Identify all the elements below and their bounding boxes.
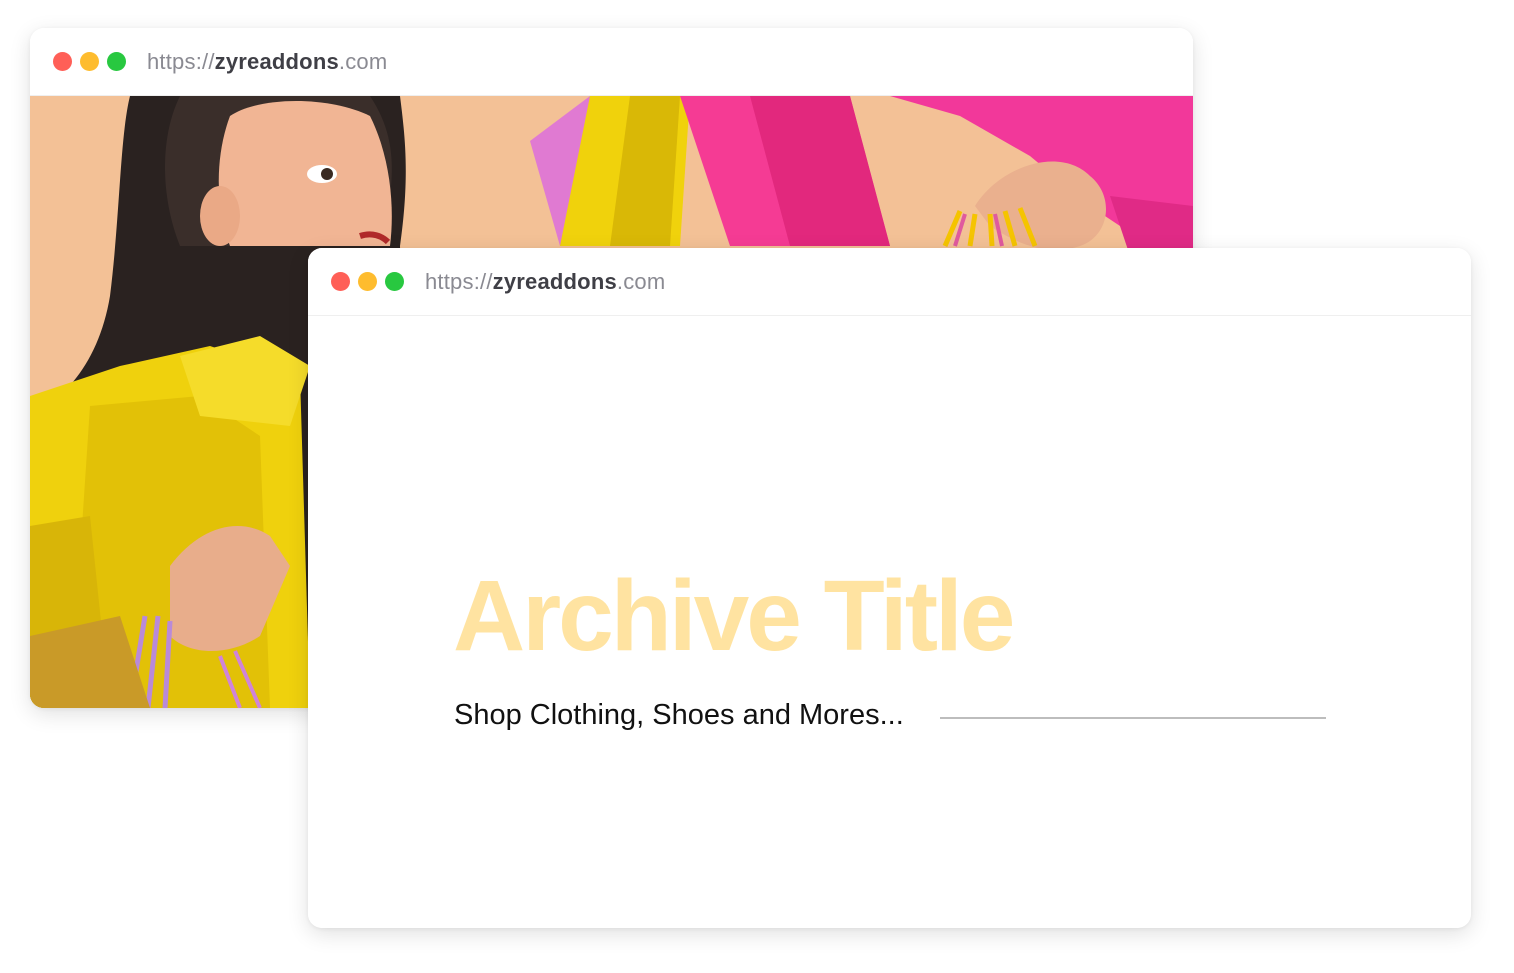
- minimize-dot-icon[interactable]: [358, 272, 377, 291]
- archive-title: Archive Title: [453, 560, 1015, 672]
- divider-line: [939, 716, 1326, 719]
- close-dot-icon[interactable]: [53, 52, 72, 71]
- url-domain: zyreaddons: [214, 48, 339, 74]
- address-bar[interactable]: https://zyreaddons.com: [425, 269, 665, 295]
- url-scheme: https://: [425, 268, 493, 294]
- url-domain: zyreaddons: [492, 268, 617, 294]
- window-controls: [53, 52, 126, 71]
- url-tld: .com: [616, 268, 666, 294]
- maximize-dot-icon[interactable]: [107, 52, 126, 71]
- window-controls: [331, 272, 404, 291]
- url-scheme: https://: [147, 48, 215, 74]
- page-content: Archive Title Shop Clothing, Shoes and M…: [308, 316, 1471, 928]
- url-tld: .com: [338, 48, 388, 74]
- archive-subtitle: Shop Clothing, Shoes and Mores...: [454, 699, 904, 731]
- address-bar[interactable]: https://zyreaddons.com: [147, 49, 387, 75]
- maximize-dot-icon[interactable]: [385, 272, 404, 291]
- stage: https://zyreaddons.com https://zyreaddon…: [0, 0, 1514, 973]
- minimize-dot-icon[interactable]: [80, 52, 99, 71]
- browser-window-front: https://zyreaddons.com Archive Title Sho…: [308, 248, 1471, 928]
- close-dot-icon[interactable]: [331, 272, 350, 291]
- browser-titlebar: https://zyreaddons.com: [308, 248, 1471, 316]
- subtitle-row: Shop Clothing, Shoes and Mores...: [454, 699, 1326, 732]
- browser-titlebar: https://zyreaddons.com: [30, 28, 1193, 96]
